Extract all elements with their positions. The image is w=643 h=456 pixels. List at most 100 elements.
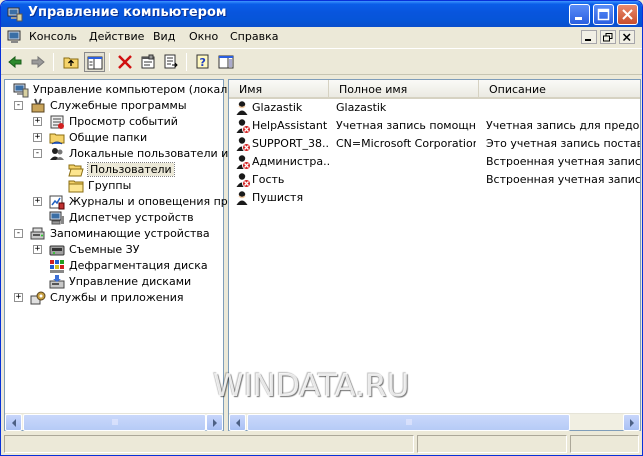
tree-item[interactable]: Пользователи [5, 162, 223, 178]
arrow-right-icon [630, 419, 634, 427]
tree-item[interactable]: Диспетчер устройств [5, 210, 223, 226]
minimize-button[interactable] [569, 4, 590, 25]
collapse-toggle[interactable]: - [14, 229, 23, 238]
tree-item[interactable]: + Съемные ЗУ [5, 242, 223, 258]
list-item[interactable]: Glazastik Glazastik [229, 100, 640, 116]
child-minimize-button[interactable] [581, 30, 597, 44]
toolbar-separator [109, 53, 110, 71]
menu-bar: Консоль Действие Вид Окно Справка [1, 27, 642, 48]
column-header-fullname[interactable]: Полное имя [329, 80, 479, 99]
menu-window[interactable]: Окно [189, 30, 218, 43]
expand-toggle[interactable]: + [14, 293, 23, 302]
tree-item-label: Журналы и оповещения произ [69, 195, 248, 208]
maximize-icon [597, 8, 610, 21]
menu-view[interactable]: Вид [153, 30, 175, 43]
properties-button[interactable] [138, 52, 159, 72]
help-button[interactable]: ? [193, 52, 214, 72]
list-item[interactable]: Администра... Встроенная учетная запись а… [229, 154, 640, 170]
scroll-right-button[interactable] [623, 414, 640, 431]
services-icon [30, 291, 46, 305]
column-header-name[interactable]: Имя [229, 80, 329, 99]
forward-arrow-icon [31, 55, 45, 69]
tree-item[interactable]: Управление компьютером (локальны [5, 82, 250, 98]
up-level-button[interactable] [61, 52, 82, 72]
tree-item[interactable]: + Службы и приложения [5, 290, 223, 306]
tree-item[interactable]: - Локальные пользователи и гр [5, 146, 245, 162]
arrow-left-icon [236, 419, 240, 427]
tree-item-label: Службы и приложения [50, 291, 184, 304]
show-hide-action-pane-button[interactable] [216, 52, 237, 72]
window-title: Управление компьютером [28, 5, 227, 20]
disk-management-icon [49, 275, 65, 289]
scroll-thumb[interactable] [247, 414, 570, 431]
scroll-left-button[interactable] [229, 414, 246, 431]
help-icon: ? [196, 54, 209, 69]
expand-toggle[interactable]: + [33, 133, 42, 142]
arrow-left-icon [12, 419, 16, 427]
title-bar[interactable]: Управление компьютером [1, 1, 642, 27]
close-icon [622, 33, 631, 42]
menu-action[interactable]: Действие [89, 30, 144, 43]
user-disabled-icon [236, 137, 251, 152]
tree-item-label: Просмотр событий [69, 115, 178, 128]
console-tree-pane[interactable]: Управление компьютером (локальны - Служебн… [4, 79, 250, 431]
scroll-left-button[interactable] [5, 414, 22, 431]
user-disabled-icon [236, 173, 251, 188]
tree-item-label: Съемные ЗУ [69, 243, 140, 256]
user-fullname: CN=Microsoft Corporation... [336, 137, 476, 150]
expand-toggle[interactable]: + [33, 197, 42, 206]
toolbar-separator [186, 53, 187, 71]
maximize-button[interactable] [593, 4, 614, 25]
list-item[interactable]: Гость Встроенная учетная запись д [229, 172, 640, 188]
close-icon [622, 9, 633, 20]
user-description: Это учетная запись поставщи [486, 137, 640, 150]
arrow-right-icon [213, 419, 217, 427]
menu-help[interactable]: Справка [230, 30, 278, 43]
collapse-toggle[interactable]: - [14, 101, 23, 110]
folder-up-icon [63, 57, 79, 69]
minimize-icon [575, 17, 582, 20]
tree-item[interactable]: + Журналы и оповещения произ [5, 194, 248, 210]
list-horizontal-scrollbar[interactable] [229, 413, 640, 431]
tree-horizontal-scrollbar[interactable] [5, 413, 223, 431]
tree-item[interactable]: + Просмотр событий [5, 114, 223, 130]
status-cell-secondary [417, 435, 567, 453]
collapse-toggle[interactable]: - [33, 149, 42, 158]
list-item[interactable]: Пушистя [229, 190, 640, 206]
folder-icon [68, 180, 84, 193]
tree-item[interactable]: + Общие папки [5, 130, 223, 146]
expand-toggle[interactable]: + [33, 117, 42, 126]
watermark: WINDATA.RU [213, 368, 410, 404]
list-item[interactable]: SUPPORT_38... CN=Microsoft Corporation...… [229, 136, 640, 152]
show-hide-tree-button[interactable] [84, 52, 105, 72]
tree-item[interactable]: - Служебные программы [5, 98, 223, 114]
export-list-button[interactable] [161, 52, 182, 72]
delete-x-icon [118, 55, 132, 69]
scroll-thumb[interactable] [23, 414, 206, 431]
delete-button[interactable] [115, 52, 136, 72]
tree-item[interactable]: - Запоминающие устройства [5, 226, 223, 242]
user-name: HelpAssistant [252, 119, 328, 132]
event-viewer-icon [50, 115, 64, 129]
close-button[interactable] [617, 4, 638, 25]
tree-item[interactable]: Дефрагментация диска [5, 258, 223, 274]
expand-toggle[interactable]: + [33, 245, 42, 254]
status-bar [1, 433, 642, 455]
tree-item[interactable]: Группы [5, 178, 223, 194]
forward-button[interactable] [28, 52, 49, 72]
computer-management-icon [13, 83, 29, 98]
back-button[interactable] [5, 52, 26, 72]
user-disabled-icon [236, 155, 251, 170]
list-item[interactable]: HelpAssistant Учетная запись помощн... Уче… [229, 118, 640, 134]
tree-item-label: Запоминающие устройства [50, 227, 210, 240]
console-window-icon[interactable] [7, 30, 23, 45]
minimize-icon [585, 39, 591, 41]
column-header-description[interactable]: Описание [479, 80, 640, 99]
menu-console[interactable]: Консоль [29, 30, 77, 43]
child-close-button[interactable] [619, 30, 635, 44]
tree-item-label: Диспетчер устройств [69, 211, 194, 224]
scroll-right-button[interactable] [206, 414, 223, 431]
tree-item[interactable]: Управление дисками [5, 274, 223, 290]
storage-icon [30, 227, 45, 240]
child-restore-button[interactable] [600, 30, 616, 44]
